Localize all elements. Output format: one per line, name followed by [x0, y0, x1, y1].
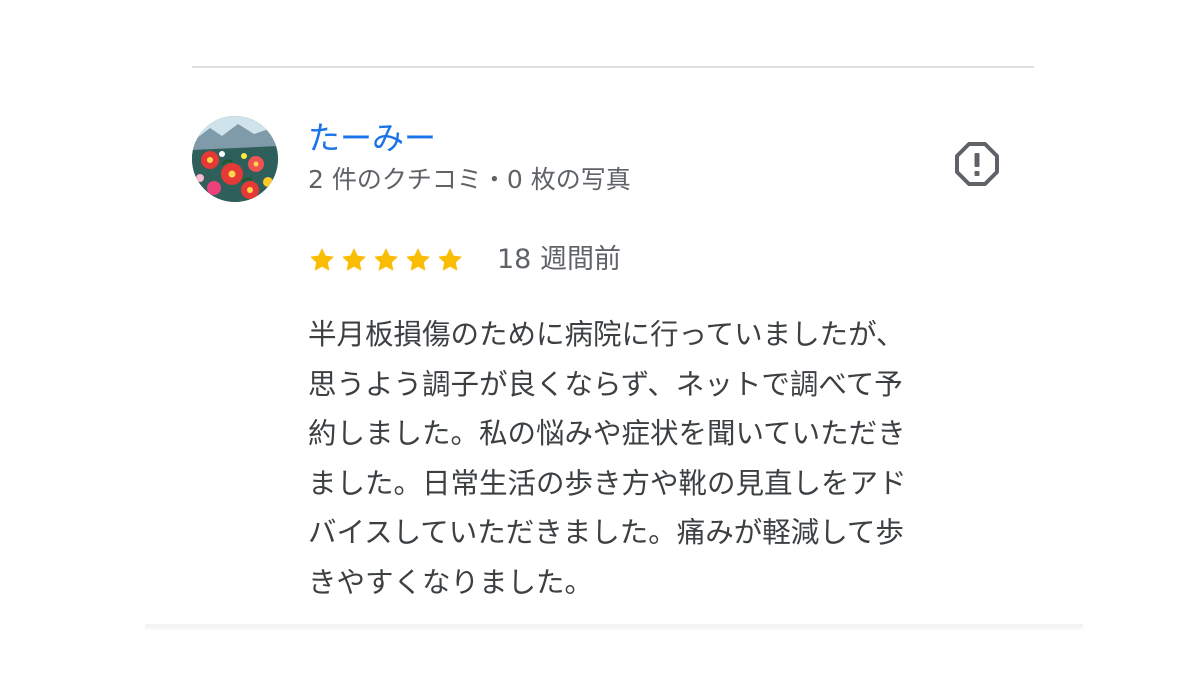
review-card: たーみー 2 件のクチコミ・0 枚の写真 18 週間前 半月板損傷のために病院に…: [0, 0, 1200, 675]
star-rating: [308, 246, 464, 274]
reviewer-meta: 2 件のクチコミ・0 枚の写真: [308, 165, 631, 194]
review-text-line: ました。日常生活の歩き方や靴の見直しをアド: [308, 466, 907, 500]
review-text-line: 半月板損傷のために病院に行っていましたが、: [308, 318, 905, 351]
avatar-image: [192, 116, 278, 202]
review-date: 18 週間前: [497, 244, 621, 275]
report-flag-icon[interactable]: [953, 140, 1001, 188]
reviewer-name[interactable]: たーみー: [308, 118, 436, 158]
star-icon: [342, 248, 366, 271]
review-text-line: 約しました。私の悩みや症状を聞いていただき: [308, 417, 906, 450]
review-text-line: 思うよう調子が良くならず、ネットで調べて予: [308, 367, 903, 401]
star-icon: [310, 248, 334, 271]
divider: [192, 66, 1034, 68]
review-text-line: きやすくなりました。: [308, 565, 594, 599]
avatar[interactable]: [192, 116, 278, 202]
star-icon: [438, 248, 462, 271]
rating-row: 18 週間前: [308, 240, 621, 280]
review-text: 半月板損傷のために病院に行っていましたが、 思うよう調子が良くならず、ネットで調…: [308, 310, 1033, 607]
star-icon: [374, 248, 398, 271]
star-icon: [406, 248, 430, 271]
card-bottom-edge: [145, 624, 1083, 630]
review-text-line: バイスしていただきました。痛みが軽減して歩: [308, 516, 904, 549]
